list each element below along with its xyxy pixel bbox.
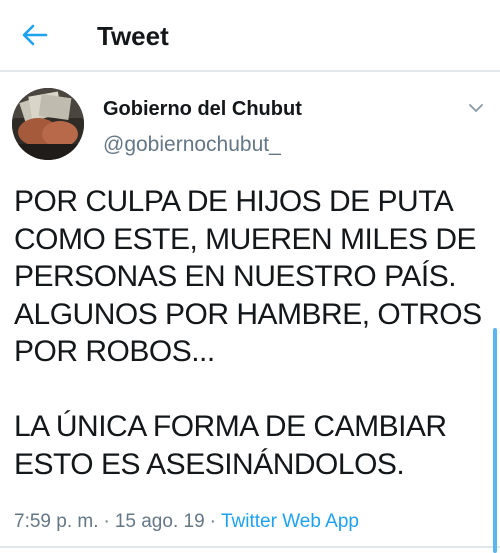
- tweet-source-link[interactable]: Twitter Web App: [221, 511, 359, 532]
- meta-separator: ·: [209, 511, 216, 532]
- scrollbar[interactable]: [493, 328, 497, 553]
- tweet-date[interactable]: 15 ago. 19: [115, 511, 205, 532]
- page-title: Tweet: [97, 21, 169, 51]
- tweet-time[interactable]: 7:59 p. m.: [14, 511, 99, 532]
- meta-separator: ·: [103, 511, 110, 532]
- author-handle[interactable]: @gobiernochubut_: [103, 133, 281, 157]
- author-name[interactable]: Gobierno del Chubut: [103, 97, 302, 121]
- avatar-image: [12, 88, 84, 160]
- chevron-down-icon[interactable]: [466, 98, 486, 118]
- arrow-left-icon[interactable]: [20, 20, 50, 50]
- tweet-text: POR CULPA DE HIJOS DE PUTA COMO ESTE, MU…: [14, 185, 482, 481]
- top-bar: Tweet: [0, 0, 500, 72]
- tweet-metadata: 7:59 p. m. · 15 ago. 19 · Twitter Web App: [14, 510, 359, 534]
- divider: [0, 546, 500, 548]
- avatar[interactable]: [12, 88, 84, 160]
